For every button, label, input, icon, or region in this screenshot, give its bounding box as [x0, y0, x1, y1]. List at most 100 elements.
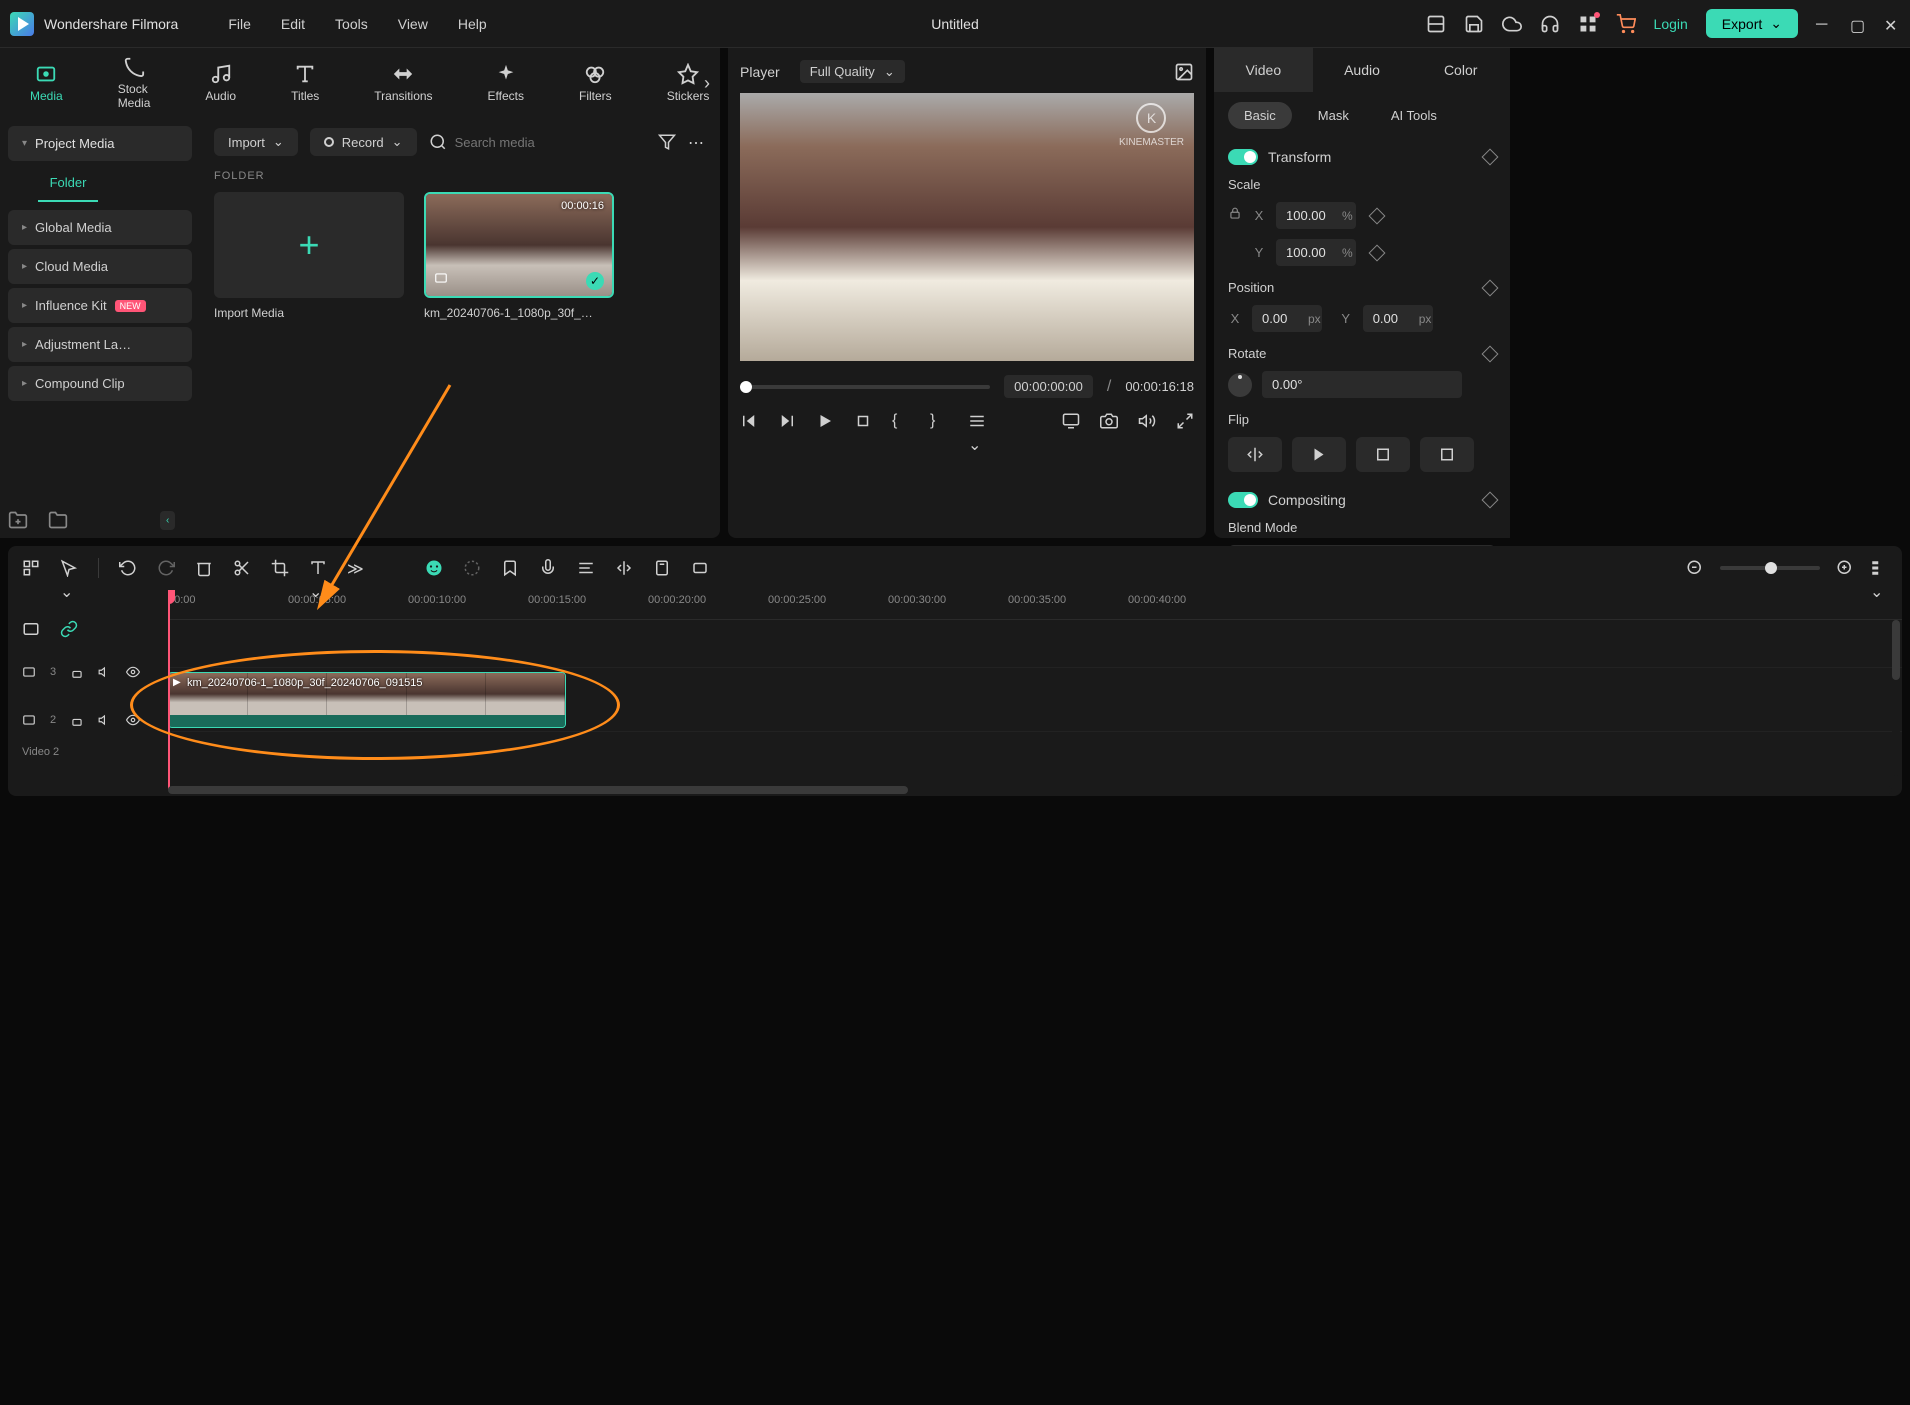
tab-filters[interactable]: Filters: [579, 63, 612, 103]
timeline-scrollbar[interactable]: [168, 786, 1892, 794]
play-icon[interactable]: [816, 412, 834, 430]
new-folder-icon[interactable]: [8, 510, 28, 530]
keyframe-icon[interactable]: [1482, 279, 1499, 296]
more-tools-icon[interactable]: ≫: [347, 559, 365, 577]
tabs-next-icon[interactable]: ›: [704, 73, 710, 94]
play-backward-icon[interactable]: [778, 412, 796, 430]
save-icon[interactable]: [1464, 14, 1484, 34]
menu-edit[interactable]: Edit: [281, 16, 305, 32]
keyframe-icon[interactable]: [1482, 345, 1499, 362]
visibility-icon[interactable]: [126, 665, 140, 679]
import-media-card[interactable]: + Import Media: [214, 192, 404, 320]
rotate-input[interactable]: [1262, 371, 1462, 398]
keyframe-icon[interactable]: [1482, 492, 1499, 509]
sidebar-folder-tab[interactable]: Folder: [38, 165, 98, 202]
menu-file[interactable]: File: [228, 16, 251, 32]
crop-icon[interactable]: [271, 559, 289, 577]
support-icon[interactable]: [1540, 14, 1560, 34]
cut-icon[interactable]: [233, 559, 251, 577]
cart-icon[interactable]: [1616, 14, 1636, 34]
bookmark-icon[interactable]: [501, 559, 519, 577]
speed-icon[interactable]: [463, 559, 481, 577]
sidebar-project-media[interactable]: ▾Project Media: [8, 126, 192, 161]
tracks-area[interactable]: 00:00 00:00:05:00 00:00:10:00 00:00:15:0…: [168, 590, 1902, 790]
align-icon[interactable]: [577, 559, 595, 577]
prev-frame-icon[interactable]: [740, 412, 758, 430]
playhead[interactable]: [168, 590, 170, 790]
camera-icon[interactable]: [1100, 412, 1118, 430]
zoom-handle[interactable]: [1765, 562, 1777, 574]
zoom-out-icon[interactable]: [1686, 559, 1704, 577]
keyframe-icon[interactable]: [1482, 149, 1499, 166]
media-clip-card[interactable]: 00:00:16 ✓ km_20240706-1_1080p_30f_…: [424, 192, 614, 320]
visibility-icon[interactable]: [126, 713, 140, 727]
login-button[interactable]: Login: [1654, 16, 1688, 32]
timeline-ruler[interactable]: 00:00 00:00:05:00 00:00:10:00 00:00:15:0…: [168, 590, 1902, 620]
marker-icon[interactable]: [653, 559, 671, 577]
stop-icon[interactable]: [854, 412, 872, 430]
flip-vertical-button[interactable]: [1292, 437, 1346, 472]
record-button[interactable]: Record⌄: [310, 128, 417, 156]
track-3[interactable]: [168, 620, 1902, 668]
tab-titles[interactable]: Titles: [291, 63, 319, 103]
mute-icon[interactable]: [98, 665, 112, 679]
subtab-ai-tools[interactable]: AI Tools: [1375, 102, 1453, 129]
cursor-tool-icon[interactable]: ⌄: [60, 559, 78, 577]
minimize-icon[interactable]: ─: [1816, 16, 1832, 32]
track-2-header[interactable]: 2: [8, 696, 168, 744]
sidebar-cloud-media[interactable]: ▸Cloud Media: [8, 249, 192, 284]
mute-icon[interactable]: [98, 713, 112, 727]
new-bin-icon[interactable]: [48, 510, 68, 530]
zoom-in-icon[interactable]: [1836, 559, 1854, 577]
track-magnet-icon[interactable]: [60, 620, 78, 638]
subtab-basic[interactable]: Basic: [1228, 102, 1292, 129]
text-icon[interactable]: ⌄: [309, 559, 327, 577]
fit-icon[interactable]: [691, 559, 709, 577]
filter-icon[interactable]: [658, 133, 676, 151]
props-tab-video[interactable]: Video: [1214, 48, 1313, 92]
layout-icon[interactable]: [1426, 14, 1446, 34]
lock-icon[interactable]: [70, 713, 84, 727]
search-input[interactable]: [455, 135, 605, 150]
volume-icon[interactable]: [1138, 412, 1156, 430]
flip-copy2-button[interactable]: [1420, 437, 1474, 472]
sidebar-influence-kit[interactable]: ▸Influence KitNEW: [8, 288, 192, 323]
export-button[interactable]: Export⌄: [1706, 9, 1798, 38]
track-2[interactable]: ▶ km_20240706-1_1080p_30f_20240706_09151…: [168, 668, 1902, 732]
props-tab-color[interactable]: Color: [1411, 48, 1510, 92]
playback-options-icon[interactable]: ⌄: [968, 412, 986, 430]
timeline-clip[interactable]: ▶ km_20240706-1_1080p_30f_20240706_09151…: [168, 672, 566, 728]
track-link-icon[interactable]: [22, 620, 40, 638]
menu-view[interactable]: View: [398, 16, 428, 32]
track-vertical-scrollbar[interactable]: [1892, 620, 1900, 776]
tab-stock-media[interactable]: Stock Media: [118, 56, 151, 110]
menu-tools[interactable]: Tools: [335, 16, 368, 32]
mark-out-icon[interactable]: }: [930, 412, 948, 430]
rotate-knob[interactable]: [1228, 373, 1252, 397]
menu-help[interactable]: Help: [458, 16, 487, 32]
lock-icon[interactable]: [70, 665, 84, 679]
scrub-bar[interactable]: [740, 385, 990, 389]
keyframe-icon[interactable]: [1368, 207, 1385, 224]
cloud-icon[interactable]: [1502, 14, 1522, 34]
props-tab-audio[interactable]: Audio: [1313, 48, 1412, 92]
split-view-icon[interactable]: [615, 559, 633, 577]
link-icon[interactable]: [1228, 207, 1242, 224]
tab-effects[interactable]: Effects: [488, 63, 524, 103]
ai-face-icon[interactable]: [425, 559, 443, 577]
tab-transitions[interactable]: Transitions: [374, 63, 432, 103]
redo-icon[interactable]: [157, 559, 175, 577]
collapse-sidebar-button[interactable]: ‹: [160, 511, 175, 530]
snapshot-icon[interactable]: [1174, 62, 1194, 82]
close-icon[interactable]: ✕: [1884, 16, 1900, 32]
keyframe-icon[interactable]: [1368, 244, 1385, 261]
mic-icon[interactable]: [539, 559, 557, 577]
scrub-handle[interactable]: [740, 381, 752, 393]
track-3-header[interactable]: 3: [8, 648, 168, 696]
transform-toggle[interactable]: [1228, 149, 1258, 165]
tab-audio[interactable]: Audio: [205, 63, 236, 103]
maximize-icon[interactable]: ▢: [1850, 16, 1866, 32]
player-viewport[interactable]: K KINEMASTER: [740, 93, 1194, 361]
subtab-mask[interactable]: Mask: [1302, 102, 1365, 129]
tab-media[interactable]: Media: [30, 63, 63, 103]
